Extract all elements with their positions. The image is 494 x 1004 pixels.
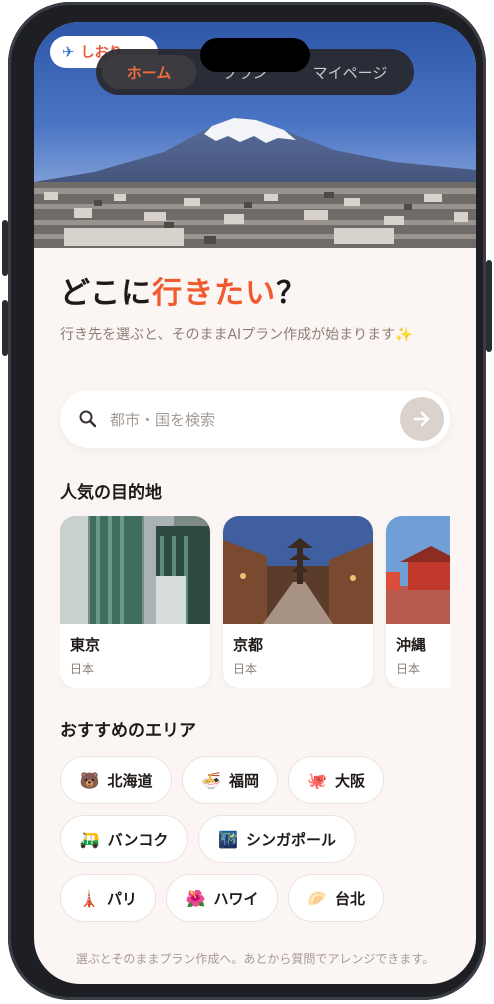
- areas-section-title: おすすめのエリア: [60, 721, 196, 741]
- volume-down-button: [2, 300, 8, 356]
- destination-name: 東京: [70, 636, 101, 654]
- area-chip-taipei[interactable]: 🥟 台北: [288, 874, 384, 922]
- tab-mypage[interactable]: マイページ: [294, 55, 406, 89]
- area-chip-osaka[interactable]: 🐙 大阪: [288, 756, 384, 804]
- page-title: どこに行きたい？: [60, 268, 307, 312]
- title-prefix: どこに: [60, 276, 153, 311]
- search-bar[interactable]: 都市・国を検索: [60, 390, 450, 448]
- app-screen: ✈ しおり ホーム プラン マイページ どこに行きたい？ 行き先を選ぶと、そのま…: [34, 22, 476, 984]
- footer-note: 選ぶとそのままプラン作成へ。あとから質問でアレンジできます。: [75, 952, 435, 966]
- okinawa-photo: [386, 516, 450, 624]
- area-chip-label: 北海道: [107, 771, 153, 790]
- destination-carousel[interactable]: 東京 日本 京都 日本 沖縄 日本: [60, 516, 450, 688]
- area-chip-bangkok[interactable]: 🛺 バンコク: [60, 815, 188, 863]
- tab-home[interactable]: ホーム: [102, 55, 196, 89]
- night-city-icon: 🌃: [218, 829, 238, 849]
- dumpling-icon: 🥟: [307, 888, 327, 908]
- destination-country: 日本: [396, 662, 421, 676]
- phone-frame: ✈ しおり ホーム プラン マイページ どこに行きたい？ 行き先を選ぶと、そのま…: [2, 2, 492, 1000]
- search-icon: [78, 409, 98, 429]
- page-subtitle: 行き先を選ぶと、そのままAIプラン作成が始まります✨: [60, 327, 413, 343]
- hibiscus-icon: 🌺: [185, 888, 206, 908]
- area-chip-paris[interactable]: 🗼 パリ: [60, 874, 156, 922]
- dynamic-island: [200, 38, 310, 72]
- title-suffix: ？: [276, 276, 308, 311]
- area-chip-singapore[interactable]: 🌃 シンガポール: [198, 815, 356, 863]
- area-chip-label: 福岡: [228, 771, 259, 790]
- destination-name: 沖縄: [396, 636, 427, 654]
- area-chip-label: バンコク: [107, 830, 169, 849]
- arrow-right-icon: [413, 411, 430, 427]
- bear-icon: 🐻: [79, 770, 100, 790]
- kyoto-photo: [223, 516, 373, 624]
- title-accent: 行きたい: [152, 276, 277, 311]
- area-chip-hawaii[interactable]: 🌺 ハワイ: [166, 874, 278, 922]
- area-chip-label: シンガポール: [245, 830, 336, 849]
- tuk-tuk-icon: 🛺: [79, 829, 100, 849]
- volume-up-button: [2, 220, 8, 276]
- area-chip-fukuoka[interactable]: 🍜 福岡: [182, 756, 278, 804]
- tower-icon: 🗼: [79, 888, 99, 908]
- area-chip-label: 大阪: [334, 771, 365, 790]
- airplane-icon: ✈: [62, 43, 75, 61]
- area-chip-label: パリ: [106, 889, 137, 908]
- search-submit-button[interactable]: [400, 397, 444, 441]
- popular-section-title: 人気の目的地: [60, 483, 162, 503]
- area-chip-label: ハワイ: [213, 889, 259, 908]
- destination-card-tokyo[interactable]: 東京 日本: [60, 516, 210, 688]
- destination-card-kyoto[interactable]: 京都 日本: [223, 516, 373, 688]
- destination-name: 京都: [233, 636, 264, 654]
- area-chip-hokkaido[interactable]: 🐻 北海道: [60, 756, 172, 804]
- destination-card-okinawa[interactable]: 沖縄 日本: [386, 516, 450, 688]
- area-chip-label: 台北: [334, 889, 365, 908]
- destination-country: 日本: [70, 662, 95, 676]
- ramen-icon: 🍜: [201, 770, 221, 790]
- tokyo-photo: [60, 516, 210, 624]
- power-button: [486, 260, 492, 352]
- octopus-icon: 🐙: [307, 770, 327, 790]
- destination-country: 日本: [233, 662, 258, 676]
- search-input[interactable]: 都市・国を検索: [110, 409, 400, 430]
